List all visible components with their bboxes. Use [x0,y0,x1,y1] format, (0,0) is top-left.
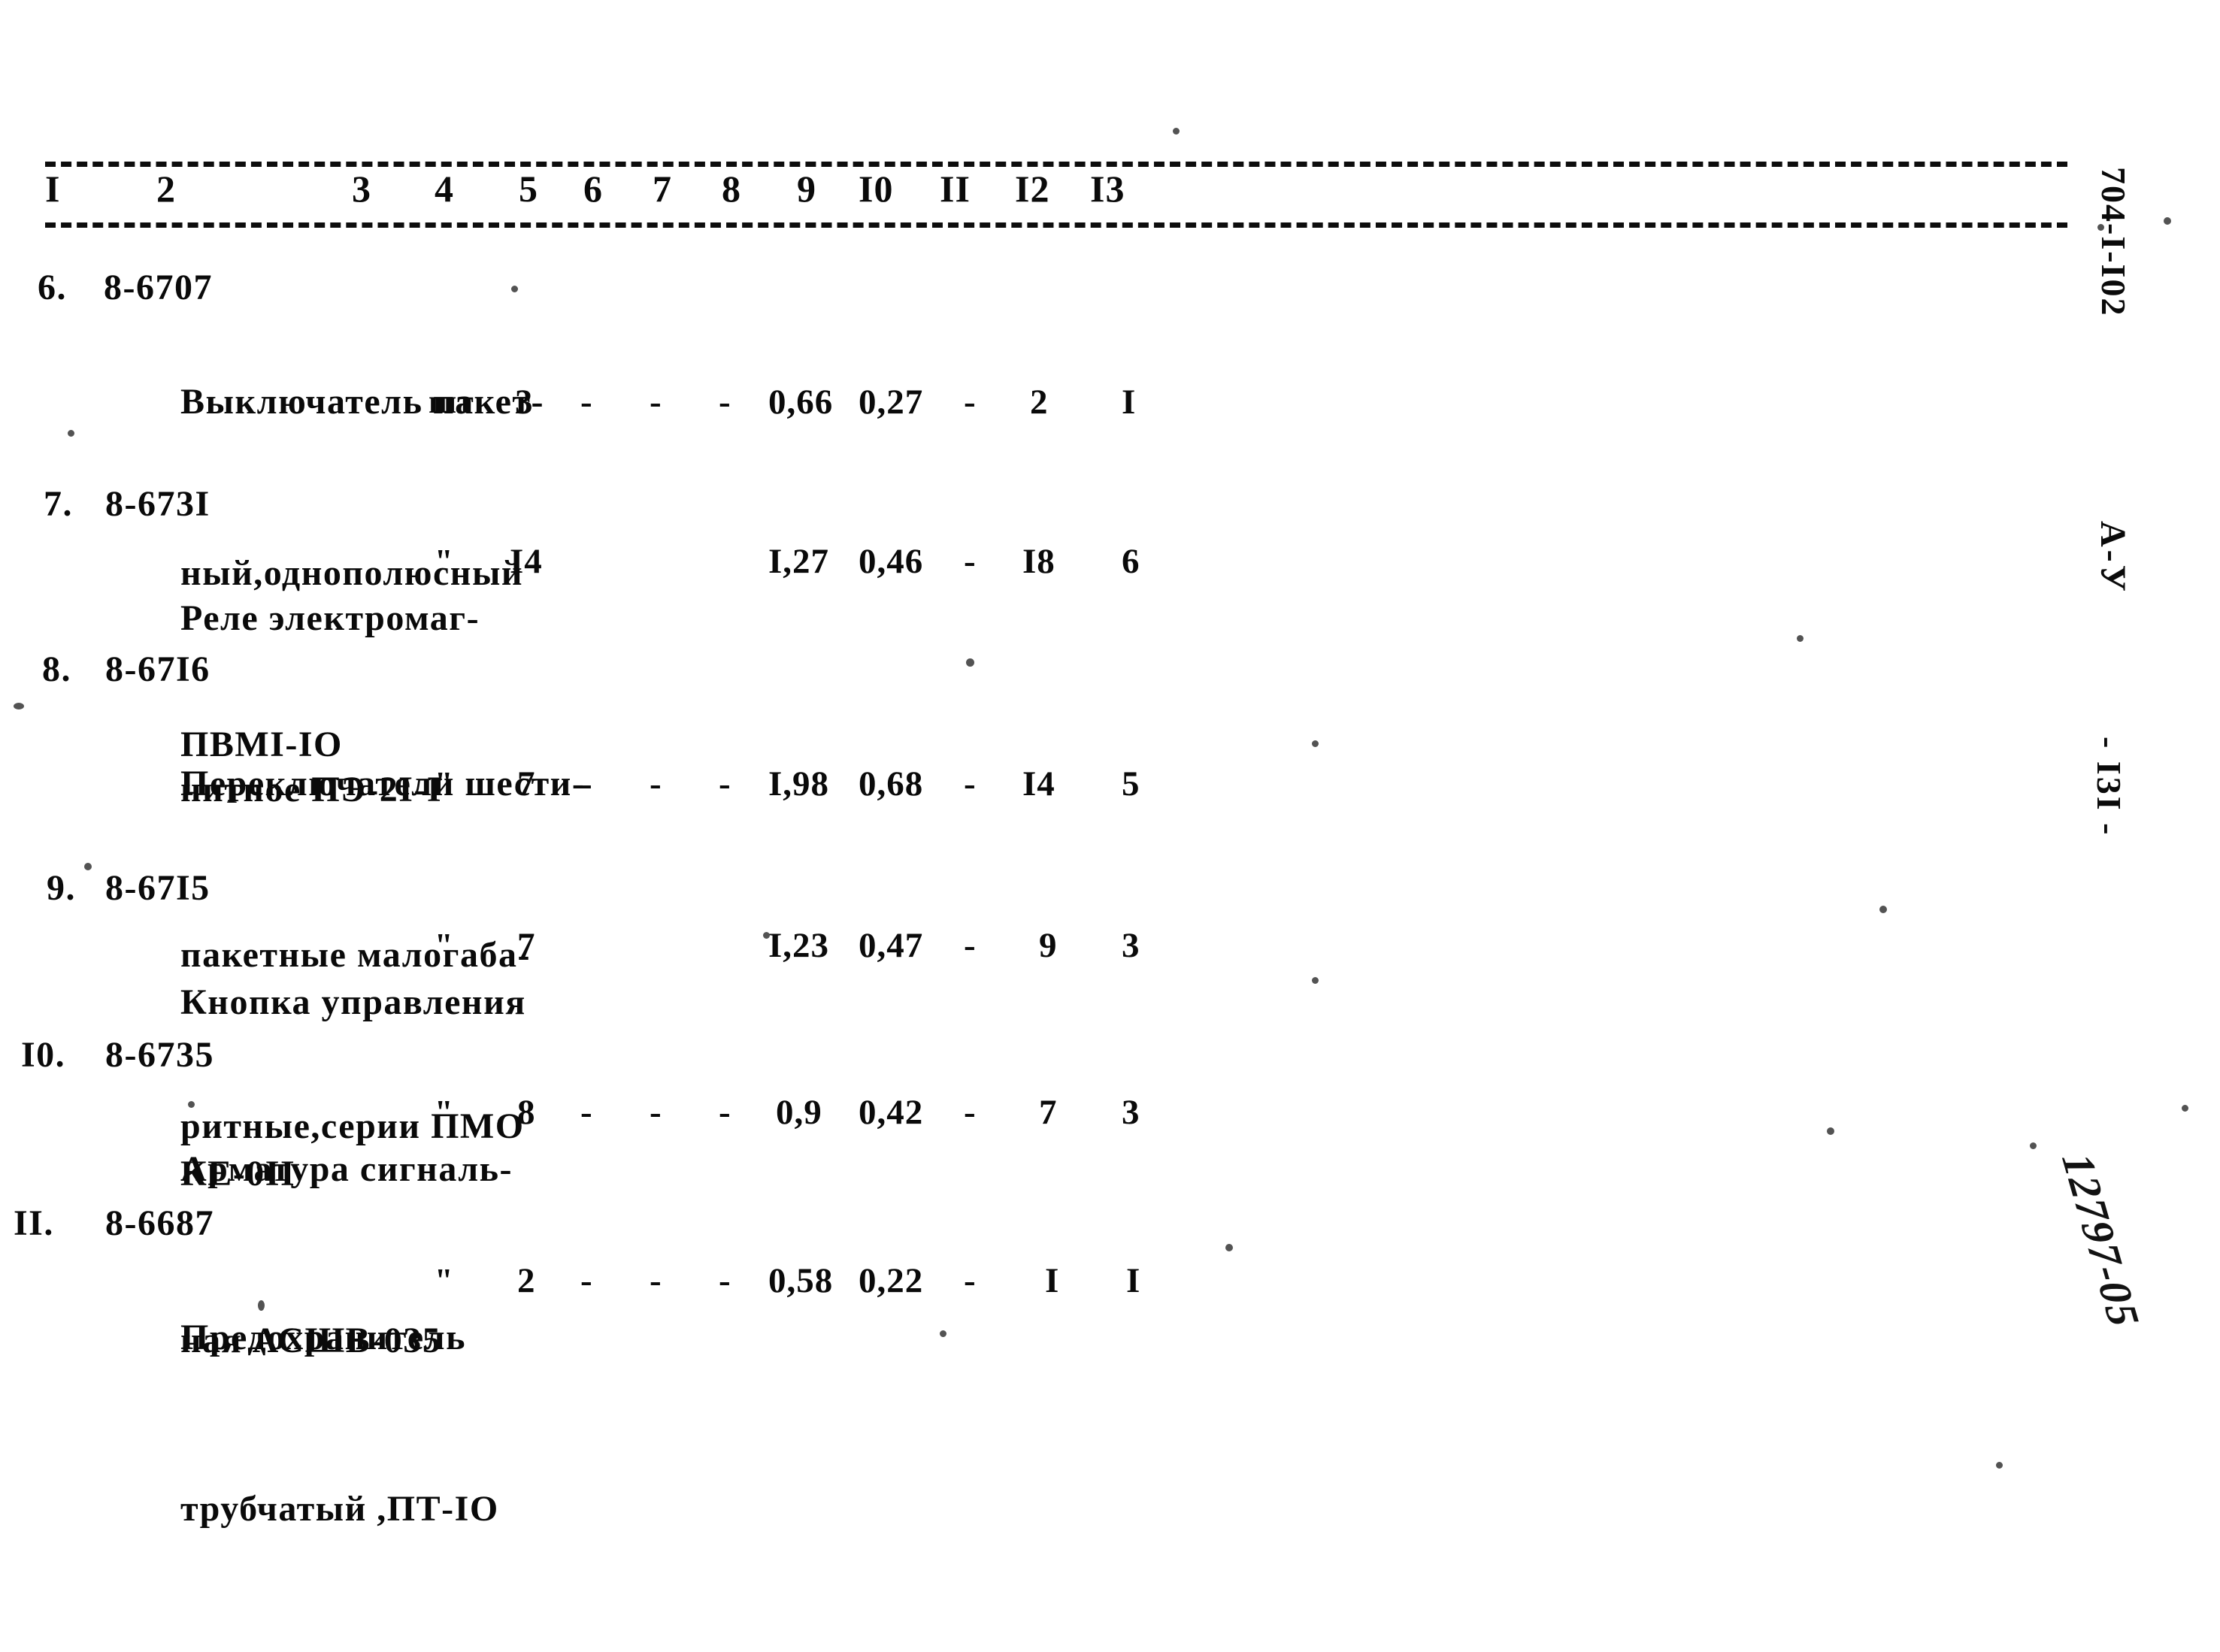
row-unit: " [435,765,454,802]
row-value-5: 7 [517,764,536,803]
row-unit: " [435,927,454,964]
row-value-7: - [650,383,662,422]
row-index: 7. [44,484,73,524]
table-row: 8. 8-67I6 Переключатели шести- пакетные … [42,641,2067,1146]
column-number-13: I3 [1090,168,1125,210]
row-value-13: 5 [1122,764,1140,803]
row-value-6: - [580,1261,593,1300]
row-unit: " [435,1094,454,1130]
row-value-12: I8 [1022,542,1055,581]
row-index: 9. [47,868,76,908]
scan-speckle [14,703,24,710]
row-value-12: I4 [1022,764,1055,803]
row-name-line: Реле электромаг- [180,598,480,638]
column-number-11: II [940,168,971,210]
row-value-5: 2 [517,1261,536,1300]
row-name-line: Кнопка управления [180,982,526,1022]
row-value-9: I,27 [768,542,830,581]
row-value-8: - [719,1093,731,1132]
row-value-6: - [580,383,593,422]
table-row: 9. 8-67I5 Кнопка управления КЕ-0II " 7 I… [45,860,2067,1194]
row-value-12: 9 [1039,926,1058,965]
document-code: 704-I-I02 [2094,167,2133,317]
column-number-7: 7 [653,168,672,210]
column-number-8: 8 [722,168,741,210]
row-value-8: - [719,764,731,803]
column-number-4: 4 [435,168,454,210]
document-series: А-У [2093,521,2133,595]
row-index: II. [14,1203,54,1243]
column-number-10: I0 [859,168,894,210]
row-value-5: 7 [517,926,536,965]
row-value-12: 7 [1039,1093,1058,1132]
row-value-10: 0,47 [859,926,924,965]
row-value-13: 6 [1122,542,1140,581]
row-name-line: Предохранитель [180,1318,466,1357]
row-value-11: - [964,1093,977,1132]
row-value-10: 0,68 [859,764,924,803]
column-number-row: I 2 3 4 5 6 7 8 9 I0 II I2 I3 [45,167,2067,222]
row-value-13: 3 [1122,926,1140,965]
column-number-5: 5 [519,168,538,210]
row-name-line: трубчатый ,ПТ-IO [180,1489,499,1529]
row-value-10: 0,42 [859,1093,924,1132]
row-value-13: I [1126,1261,1141,1300]
row-value-7: - [650,1093,662,1132]
row-value-5: 8 [517,1093,536,1132]
row-name-line: Арматура сигналь- [180,1149,513,1189]
row-unit: " [435,1262,454,1299]
row-value-9: 0,58 [768,1261,834,1300]
row-unit: " [435,543,454,579]
row-value-13: I [1122,383,1137,422]
row-name-line: Выключатель пакет- [180,382,544,422]
row-value-7: - [650,1261,662,1300]
column-number-6: 6 [583,168,603,210]
row-value-6: - [580,764,593,803]
table-row: I0. 8-6735 Арматура сигналь- ная АСШВ-03… [21,1027,2067,1360]
row-value-11: - [964,926,977,965]
scan-speckle [1996,1462,2003,1469]
row-value-11: - [964,1261,977,1300]
row-value-13: 3 [1122,1093,1140,1132]
scan-speckle [2182,1105,2188,1112]
row-value-5: 3 [515,383,534,422]
row-index: 8. [42,649,71,689]
table-row: II. 8-6687 Предохранитель трубчатый ,ПТ-… [14,1195,2067,1529]
row-index: I0. [21,1035,66,1075]
row-value-9: I,98 [768,764,830,803]
table-row: 7. 8-673I Реле электромаг- нитное ПЭ-2I-… [44,476,2067,809]
row-value-11: - [964,383,977,422]
row-value-10: 0,46 [859,542,924,581]
page-number: - I3I - [2090,737,2128,837]
column-number-12: I2 [1015,168,1050,210]
scan-speckle [1173,128,1180,135]
row-value-10: 0,22 [859,1261,924,1300]
row-value-9: 0,9 [776,1093,822,1132]
row-value-8: - [719,383,731,422]
table-header-rule [45,222,2067,228]
row-value-5: I4 [510,542,543,581]
row-value-9: 0,66 [768,383,834,422]
row-value-10: 0,27 [859,383,924,422]
table-top-rule [45,162,2067,167]
row-value-12: I [1045,1261,1060,1300]
row-value-9: I,23 [768,926,830,965]
column-number-1: I [45,168,61,210]
row-value-8: - [719,1261,731,1300]
row-value-7: - [650,764,662,803]
column-number-9: 9 [797,168,816,210]
parts-table: I 2 3 4 5 6 7 8 9 I0 II I2 I3 6. 8-6707 … [14,162,2067,1529]
row-value-11: - [964,542,977,581]
scanned-page: I 2 3 4 5 6 7 8 9 I0 II I2 I3 6. 8-6707 … [0,0,2220,1563]
row-index: 6. [38,268,67,307]
row-value-11: - [964,764,977,803]
column-number-3: 3 [352,168,371,210]
column-number-2: 2 [156,168,176,210]
row-value-6: - [580,1093,593,1132]
table-row: 6. 8-6707 Выключатель пакет- ный,однопол… [38,259,2067,764]
scan-speckle [2164,217,2171,225]
row-value-12: 2 [1030,383,1049,422]
row-unit: шт [429,383,474,420]
